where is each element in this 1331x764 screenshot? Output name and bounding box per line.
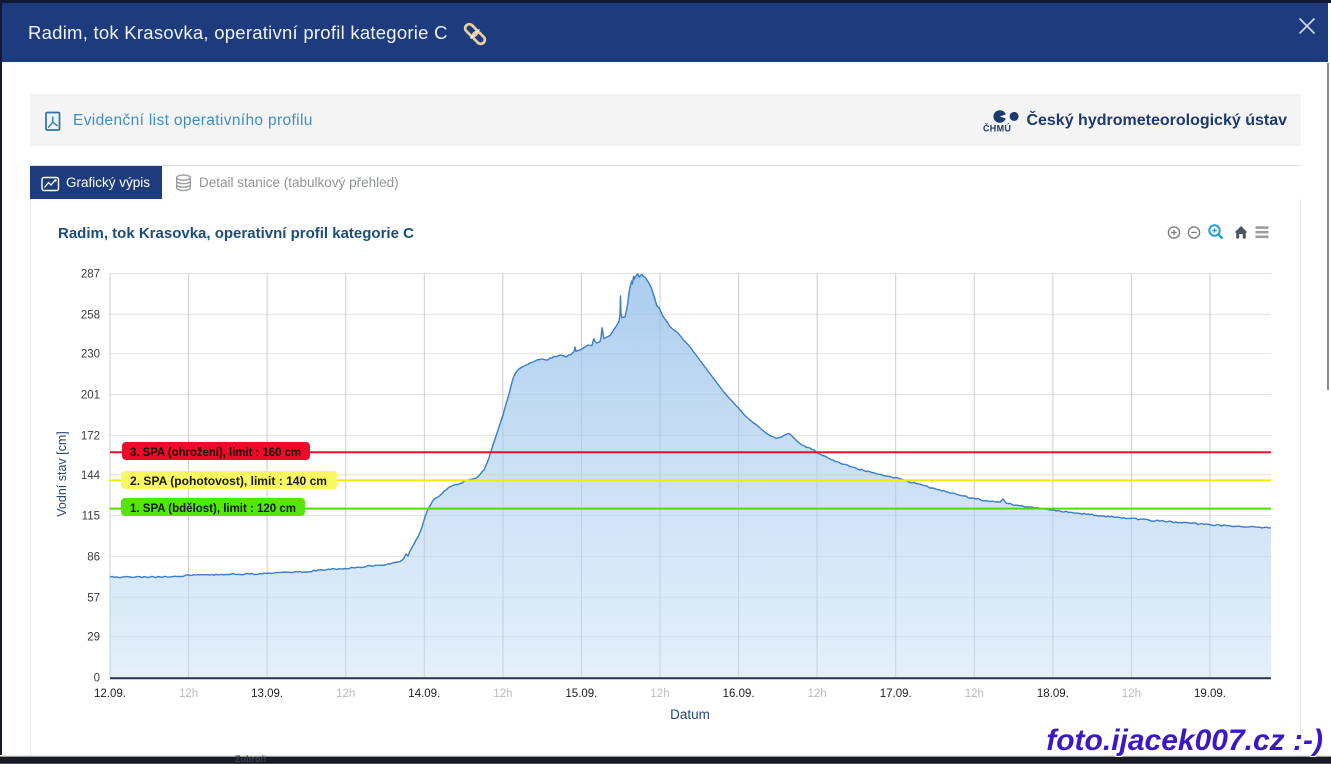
svg-text:1. SPA (bdělost), limit : 120: 1. SPA (bdělost), limit : 120 cm [130,501,296,515]
svg-text:2. SPA (pohotovost), limit : 1: 2. SPA (pohotovost), limit : 140 cm [130,474,327,488]
svg-text:19.09.: 19.09. [1194,688,1226,700]
svg-text:12h: 12h [493,688,512,700]
svg-text:18.09.: 18.09. [1037,688,1069,700]
svg-text:86: 86 [87,551,100,563]
svg-text:201: 201 [81,390,100,402]
svg-text:230: 230 [81,349,100,361]
svg-text:12h: 12h [1122,688,1141,700]
svg-text:15.09.: 15.09. [565,688,597,700]
svg-text:12.09.: 12.09. [94,688,126,700]
svg-text:29: 29 [87,632,100,644]
svg-text:12h: 12h [179,688,198,700]
svg-text:115: 115 [82,511,100,523]
svg-text:Vodní stav [cm]: Vodní stav [cm] [55,431,69,516]
svg-text:12h: 12h [965,688,984,700]
svg-text:Datum: Datum [670,707,710,722]
svg-text:0: 0 [94,673,100,685]
svg-text:12h: 12h [336,688,355,700]
svg-text:12h: 12h [808,688,827,700]
svg-text:ČHMÚ: ČHMÚ [983,123,1011,134]
svg-text:14.09.: 14.09. [408,688,440,700]
svg-text:144: 144 [81,470,101,482]
svg-text:287: 287 [81,269,100,281]
svg-text:258: 258 [81,309,100,321]
svg-text:12h: 12h [650,688,669,700]
svg-text:172: 172 [81,430,100,442]
svg-text:57: 57 [87,592,100,604]
svg-text:16.09.: 16.09. [723,688,755,700]
svg-text:3. SPA (ohrožení), limit : 160: 3. SPA (ohrožení), limit : 160 cm [130,445,301,459]
svg-text:17.09.: 17.09. [880,688,912,700]
svg-text:13.09.: 13.09. [251,688,283,700]
